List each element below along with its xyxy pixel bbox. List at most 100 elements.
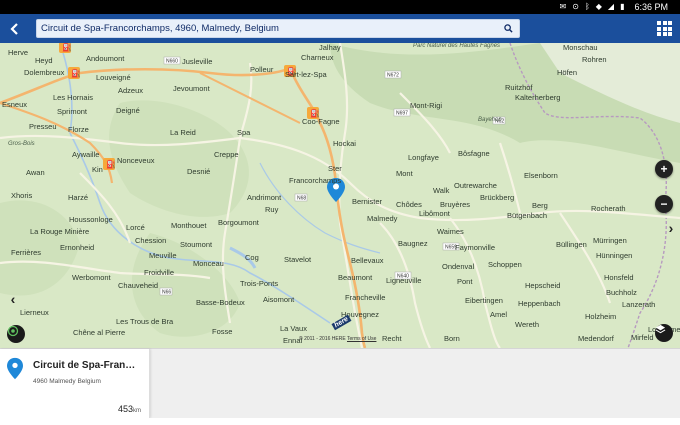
place-label: Esneux: [2, 100, 28, 109]
location-icon: ⊙: [572, 2, 579, 11]
place-label: Elsenborn: [524, 171, 558, 180]
place-label: Trois-Ponts: [240, 279, 279, 288]
place-label: Monceau: [193, 259, 224, 268]
status-bar: ✉ ⊙ ᛒ ◆ ◢ ▮ 6:36 PM: [0, 0, 680, 14]
place-label: Harzé: [68, 193, 89, 202]
destination-distance: 453km: [118, 404, 141, 414]
destination-name: Circuit de Spa-Fran…: [33, 360, 136, 371]
place-label: Charneux: [301, 53, 334, 62]
place-label: Rohren: [582, 55, 607, 64]
place-label: Brückberg: [480, 193, 515, 202]
bottom-bar: [0, 418, 680, 425]
place-label: Stavelot: [284, 255, 312, 264]
map-pan-right-button[interactable]: ›: [662, 218, 680, 238]
place-label: Francorchamps: [289, 176, 342, 185]
place-label: Borgoumont: [218, 218, 259, 227]
place-label: Jalhay: [319, 43, 341, 52]
place-label: Chôdes: [396, 200, 422, 209]
place-label: Beaumont: [338, 273, 373, 282]
place-label: Bellevaux: [351, 256, 384, 265]
svg-text:⛽: ⛽: [71, 68, 81, 78]
bluetooth-icon: ᛒ: [584, 2, 590, 11]
place-label: Florze: [68, 125, 89, 134]
place-label: Hockai: [333, 139, 356, 148]
place-label: Nonceveux: [117, 156, 155, 165]
place-label: Andrimont: [247, 193, 282, 202]
place-label: Deigné: [116, 106, 140, 115]
back-button[interactable]: [0, 14, 30, 43]
map-copyright: © 2011 - 2016 HERE Terms of Use: [299, 336, 376, 342]
search-icon[interactable]: [501, 22, 515, 36]
place-label: Ferrières: [11, 248, 42, 257]
signal-icon: ◢: [607, 2, 615, 11]
place-label: Lanzerath: [622, 300, 656, 309]
place-label: Lierneux: [20, 308, 49, 317]
place-label: Medendorf: [578, 334, 614, 343]
locate-me-button[interactable]: [7, 325, 25, 343]
zoom-in-button[interactable]: +: [655, 160, 673, 178]
place-label: Awan: [26, 168, 45, 177]
place-label: Höfen: [557, 68, 578, 77]
place-label: Chauveheid: [118, 281, 159, 290]
place-label: La Reid: [170, 128, 196, 137]
place-label: Meuville: [149, 251, 177, 260]
place-label: Honsfeld: [604, 273, 634, 282]
distance-unit: km: [133, 408, 141, 414]
zoom-out-button[interactable]: −: [655, 195, 673, 213]
place-label: Hepscheid: [525, 281, 561, 290]
terms-of-use-link[interactable]: Terms of Use: [347, 336, 376, 342]
place-label: Werbomont: [72, 273, 111, 282]
svg-text:⛽: ⛽: [106, 159, 116, 169]
place-label: Faymonville: [455, 243, 496, 252]
place-label: Cog: [245, 253, 259, 262]
location-pin-icon: [7, 357, 23, 380]
map-view[interactable]: N697 N62 N68 N66 N640 N659 N672 N660 ⛽ ⛽: [0, 43, 680, 348]
area-label: Parc Naturel des Hautes Fagnes: [413, 43, 501, 49]
place-label: Rocherath: [591, 204, 626, 213]
wifi-icon: ◆: [595, 2, 602, 11]
place-label: Monthouet: [171, 221, 207, 230]
place-label: Desnié: [187, 167, 211, 176]
place-label: Aywaille: [72, 150, 100, 159]
place-label: Francheville: [345, 293, 386, 302]
place-label: Bruyères: [440, 200, 471, 209]
place-label: Born: [444, 334, 460, 343]
place-label: Chession: [135, 236, 167, 245]
search-input[interactable]: [41, 23, 501, 34]
place-label: Bütgenbach: [507, 211, 548, 220]
map-pan-left-button[interactable]: ‹: [4, 289, 22, 309]
place-label: Louveigné: [96, 73, 131, 82]
place-label: Holzheim: [585, 312, 617, 321]
place-label: Baugnez: [398, 239, 428, 248]
place-label: Froidville: [144, 268, 175, 277]
place-label: Jusleville: [182, 57, 213, 66]
destination-card[interactable]: Circuit de Spa-Fran… 4960 Malmedy Belgiu…: [0, 349, 150, 418]
bottom-panel: Circuit de Spa-Fran… 4960 Malmedy Belgiu…: [0, 348, 680, 425]
place-label: Stoumont: [180, 240, 213, 249]
place-label: Heppenbach: [518, 299, 561, 308]
place-label: Heyd: [35, 56, 53, 65]
place-label: La Vaux: [280, 324, 307, 333]
place-label: Wereth: [515, 320, 540, 329]
place-label: Houssonloge: [69, 215, 113, 224]
map-canvas: N697 N62 N68 N66 N640 N659 N672 N660 ⛽ ⛽: [0, 43, 680, 348]
place-label: Mont-Rigi: [410, 101, 443, 110]
road-label: N68: [297, 196, 306, 202]
place-label: Outrewarche: [454, 181, 497, 190]
place-label: Chêne al Pierre: [73, 328, 126, 337]
area-label: Bayehon: [478, 117, 502, 123]
place-label: Les Hornais: [53, 93, 94, 102]
place-label: Berg: [532, 201, 548, 210]
apps-grid-button[interactable]: [657, 21, 672, 36]
map-layers-button[interactable]: [655, 324, 673, 342]
place-label: Lorcé: [126, 223, 145, 232]
place-label: Büllingen: [556, 240, 587, 249]
place-label: Walk: [433, 186, 450, 195]
place-label: Ster: [328, 164, 342, 173]
back-arrow-icon: [10, 22, 18, 35]
place-label: Basse-Bodeux: [196, 298, 245, 307]
place-label: Buchholz: [606, 288, 637, 297]
app-window: ✉ ⊙ ᛒ ◆ ◢ ▮ 6:36 PM Circuit de Spa-Franc…: [0, 0, 680, 425]
place-label: Jevoumont: [173, 84, 210, 93]
search-box[interactable]: [36, 19, 520, 38]
